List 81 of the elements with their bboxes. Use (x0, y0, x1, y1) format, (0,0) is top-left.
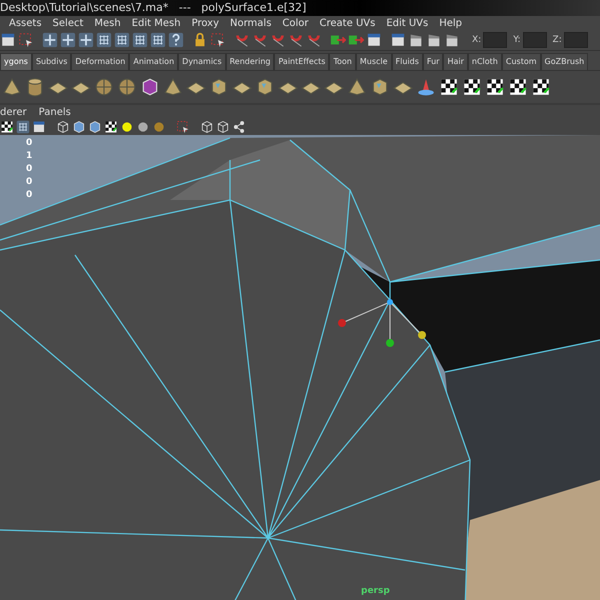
coordinate-field[interactable] (564, 32, 588, 48)
panel-menu-item[interactable]: Panels (38, 106, 71, 118)
window-icon[interactable] (0, 32, 16, 48)
sphere-icon[interactable] (94, 77, 114, 97)
wireframe-cube-icon[interactable] (200, 120, 214, 134)
window-title: Desktop\Tutorial\scenes\7.ma* --- polySurface1.e[32] (0, 1, 306, 14)
menu-item[interactable]: Assets (9, 18, 42, 28)
shelf-tab[interactable]: nCloth (468, 53, 502, 70)
shelf-tab[interactable]: Hair (443, 53, 468, 70)
shelf-tab[interactable]: Fluids (392, 53, 423, 70)
stat-value: 0 (26, 137, 32, 149)
select-icon[interactable] (18, 32, 34, 48)
field-label: Z: (552, 35, 562, 45)
cube-icon[interactable] (255, 77, 275, 97)
wireframe-cube-icon[interactable] (216, 120, 230, 134)
pyramid-icon[interactable] (163, 77, 183, 97)
help-icon[interactable] (168, 32, 184, 48)
field-label: Y: (513, 35, 521, 45)
stat-value: 0 (26, 189, 32, 201)
select-icon[interactable] (210, 32, 226, 48)
coordinate-field[interactable] (522, 32, 547, 48)
cone-icon[interactable] (416, 77, 436, 97)
shelf-tab[interactable]: PaintEffects (274, 53, 330, 70)
sphere-icon[interactable] (136, 120, 150, 134)
checker-icon[interactable] (531, 77, 551, 97)
select-icon[interactable] (176, 120, 190, 134)
menu-item[interactable]: Help (439, 18, 462, 28)
move-icon[interactable] (42, 32, 58, 48)
field-label: X: (472, 35, 482, 45)
pyramid-icon[interactable] (347, 77, 367, 97)
shelf-tab[interactable]: Muscle (356, 53, 392, 70)
move-icon[interactable] (78, 32, 94, 48)
checker-icon[interactable] (439, 77, 459, 97)
shelf-tab[interactable]: Toon (329, 53, 356, 70)
menu-item[interactable]: Proxy (192, 18, 220, 28)
shelf-tab[interactable]: ygons (0, 53, 32, 70)
shelf-tab[interactable]: Dynamics (178, 53, 226, 70)
grid-icon[interactable] (150, 32, 166, 48)
wireframe-cube-icon[interactable] (56, 120, 70, 134)
menu-item[interactable]: Normals (230, 18, 272, 28)
shelf-tab[interactable]: Animation (129, 53, 178, 70)
window-icon[interactable] (390, 32, 406, 48)
grid-icon[interactable] (132, 32, 148, 48)
share-icon[interactable] (232, 120, 246, 134)
camera-label: persp (361, 586, 390, 596)
sphere-icon[interactable] (117, 77, 137, 97)
cube-icon[interactable] (370, 77, 390, 97)
menu-item[interactable]: Edit Mesh (132, 18, 181, 28)
shelf-tab[interactable]: Rendering (226, 53, 274, 70)
checker-icon[interactable] (485, 77, 505, 97)
light-sphere-icon[interactable] (120, 120, 134, 134)
window-icon[interactable] (32, 120, 46, 134)
stat-value: 0 (26, 163, 32, 175)
cube-icon[interactable] (209, 77, 229, 97)
grid-icon[interactable] (114, 32, 130, 48)
menu-item[interactable]: Color (282, 18, 309, 28)
menu-item[interactable]: Select (52, 18, 84, 28)
menu-item[interactable]: Edit UVs (386, 18, 428, 28)
shelf-tab[interactable]: Subdivs (32, 53, 72, 70)
cylinder-icon[interactable] (25, 77, 45, 97)
shelf-tab[interactable]: Custom (502, 53, 541, 70)
checker-icon[interactable] (0, 120, 14, 134)
menu-item[interactable]: Create UVs (320, 18, 376, 28)
move-icon[interactable] (60, 32, 76, 48)
panel-menu-item[interactable]: derer (0, 106, 27, 118)
menu-item[interactable]: Mesh (94, 18, 121, 28)
shelf-tab[interactable]: Deformation (71, 53, 130, 70)
checker-icon[interactable] (508, 77, 528, 97)
checker-icon[interactable] (462, 77, 482, 97)
checker-icon[interactable] (104, 120, 118, 134)
shelf-tab[interactable]: GoZBrush (540, 53, 588, 70)
shelf-tab[interactable]: Fur (422, 53, 444, 70)
pyramid-icon[interactable] (2, 77, 22, 97)
sphere-icon[interactable] (152, 120, 166, 134)
cube-icon[interactable] (140, 77, 160, 97)
grid-icon[interactable] (96, 32, 112, 48)
coordinate-field[interactable] (483, 32, 508, 48)
grid-icon[interactable] (16, 120, 30, 134)
stat-value: 0 (26, 176, 32, 188)
window-icon[interactable] (366, 32, 382, 48)
stat-value: 1 (26, 150, 32, 162)
